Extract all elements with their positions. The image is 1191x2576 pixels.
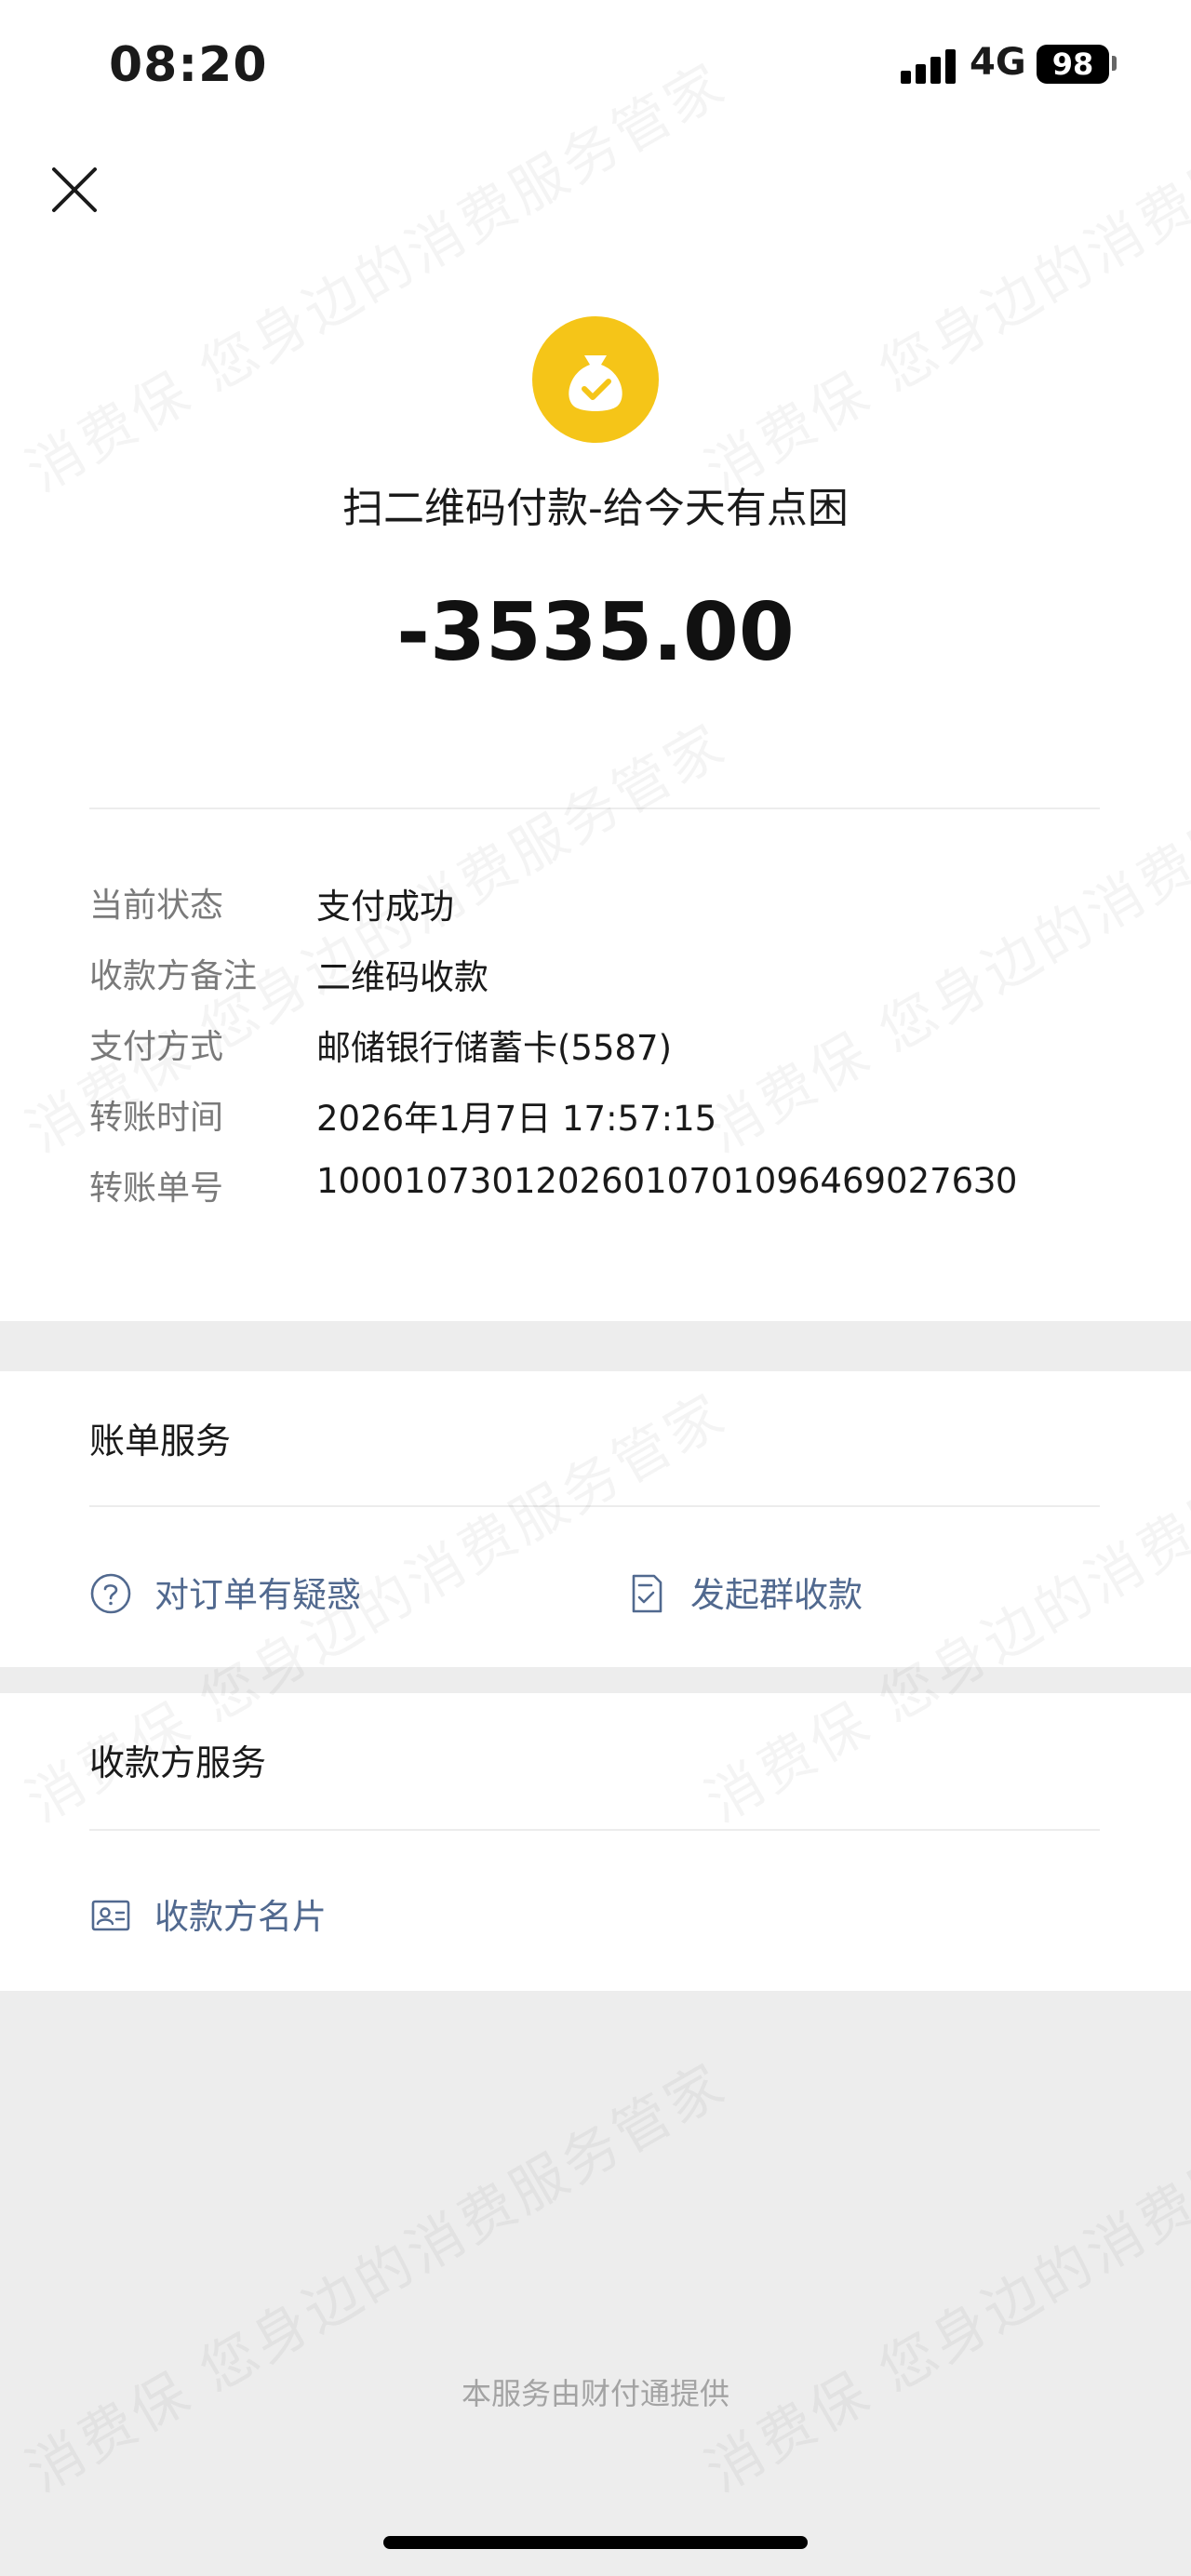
detail-value: 支付成功 [316,887,454,927]
detail-row-status: 当前状态 支付成功 [89,878,1131,934]
battery-tip [1112,56,1117,71]
detail-value: 2026年1月7日 17:57:15 [316,1099,717,1139]
detail-row-time: 转账时间 2026年1月7日 17:57:15 [89,1090,1131,1146]
detail-value: 邮储银行储蓄卡(5587) [316,1028,673,1068]
detail-row-remark: 收款方备注 二维码收款 [89,949,1131,1005]
order-question-button[interactable]: 对订单有疑惑 [89,1567,443,1622]
status-time: 08:20 [109,37,268,93]
signal-icon [901,48,958,84]
contact-card-icon [89,1894,132,1937]
detail-label: 转账时间 [89,1099,224,1137]
payee-card-button[interactable]: 收款方名片 [89,1889,424,1944]
payee-service-title: 收款方服务 [89,1742,267,1783]
payment-amount: -3535.00 [396,586,795,679]
detail-value: 100010730120260107010964690276З0 [316,1161,1018,1201]
question-circle-icon [89,1572,132,1615]
detail-label: 当前状态 [89,887,224,925]
close-icon[interactable] [48,164,100,216]
payment-detail-screen: 08:20 4G 98 扫二维码付款-给今天有点困 -3535.00 当前状态 [0,0,1191,2576]
battery-icon: 98 [1037,45,1109,84]
footer-note: 本服务由财付通提供 [461,2376,729,2411]
watermark-text: 消费保 您身边的消费服务管家 [9,2039,739,2507]
group-collect-label: 发起群收款 [690,1575,863,1615]
detail-row-payment-method: 支付方式 邮储银行储蓄卡(5587) [89,1020,1131,1075]
bill-service-title: 账单服务 [89,1421,232,1462]
detail-value: 二维码收款 [316,957,488,997]
group-collect-button[interactable]: 发起群收款 [625,1567,904,1622]
detail-row-transaction-id: 转账单号 100010730120260107010964690276З0 [89,1161,1131,1217]
watermark-text: 消费保 您身边的消费服务管家 [689,2039,1191,2507]
network-type: 4G [970,41,1026,84]
detail-label: 收款方备注 [89,957,258,995]
bill-service-card: 账单服务 对订单有疑惑 发起群收款 [0,1371,1191,1667]
divider [89,808,1100,809]
payment-title: 扫二维码付款-给今天有点困 [342,485,849,532]
payee-card-label: 收款方名片 [154,1897,327,1937]
divider [89,1505,1100,1507]
home-indicator[interactable] [383,2536,808,2549]
detail-label: 转账单号 [89,1169,224,1208]
order-question-label: 对订单有疑惑 [154,1575,361,1615]
divider [89,1829,1100,1831]
money-bag-check-icon [532,316,659,443]
detail-label: 支付方式 [89,1028,224,1066]
checklist-document-icon [625,1572,668,1615]
payee-service-card: 收款方服务 收款方名片 [0,1693,1191,1991]
status-bar: 08:20 4G 98 [0,0,1191,130]
